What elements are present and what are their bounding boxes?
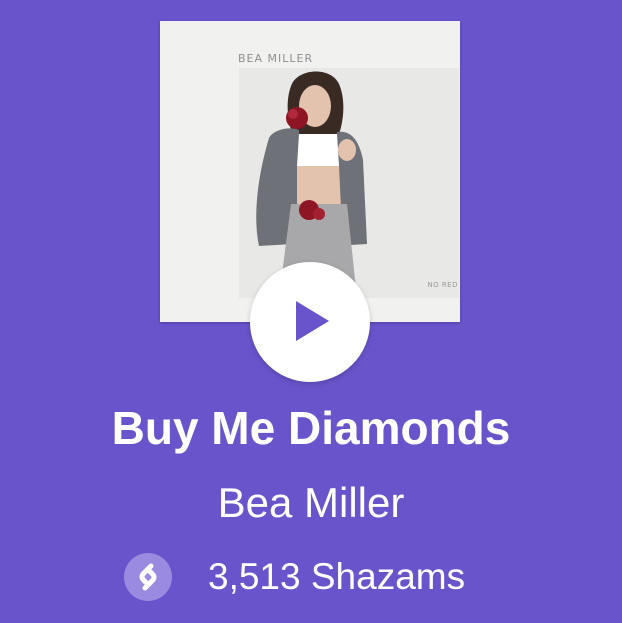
album-photo-image: [239, 68, 459, 298]
shazam-logo-icon: [124, 553, 172, 601]
play-icon: [296, 301, 329, 341]
album-title-mark: NO RED: [427, 281, 458, 289]
artist-name[interactable]: Bea Miller: [0, 474, 622, 532]
track-screen: BEA MILLER NO RED Buy Me Diamonds Bea Mi…: [0, 0, 622, 623]
shazam-count-row: 3,513 Shazams: [124, 551, 544, 601]
play-button[interactable]: [250, 262, 370, 382]
song-title: Buy Me Diamonds: [111, 402, 511, 454]
album-photo: [239, 68, 459, 298]
album-artist-mark: BEA MILLER: [238, 52, 314, 65]
shazam-count: 3,513 Shazams: [208, 556, 466, 597]
